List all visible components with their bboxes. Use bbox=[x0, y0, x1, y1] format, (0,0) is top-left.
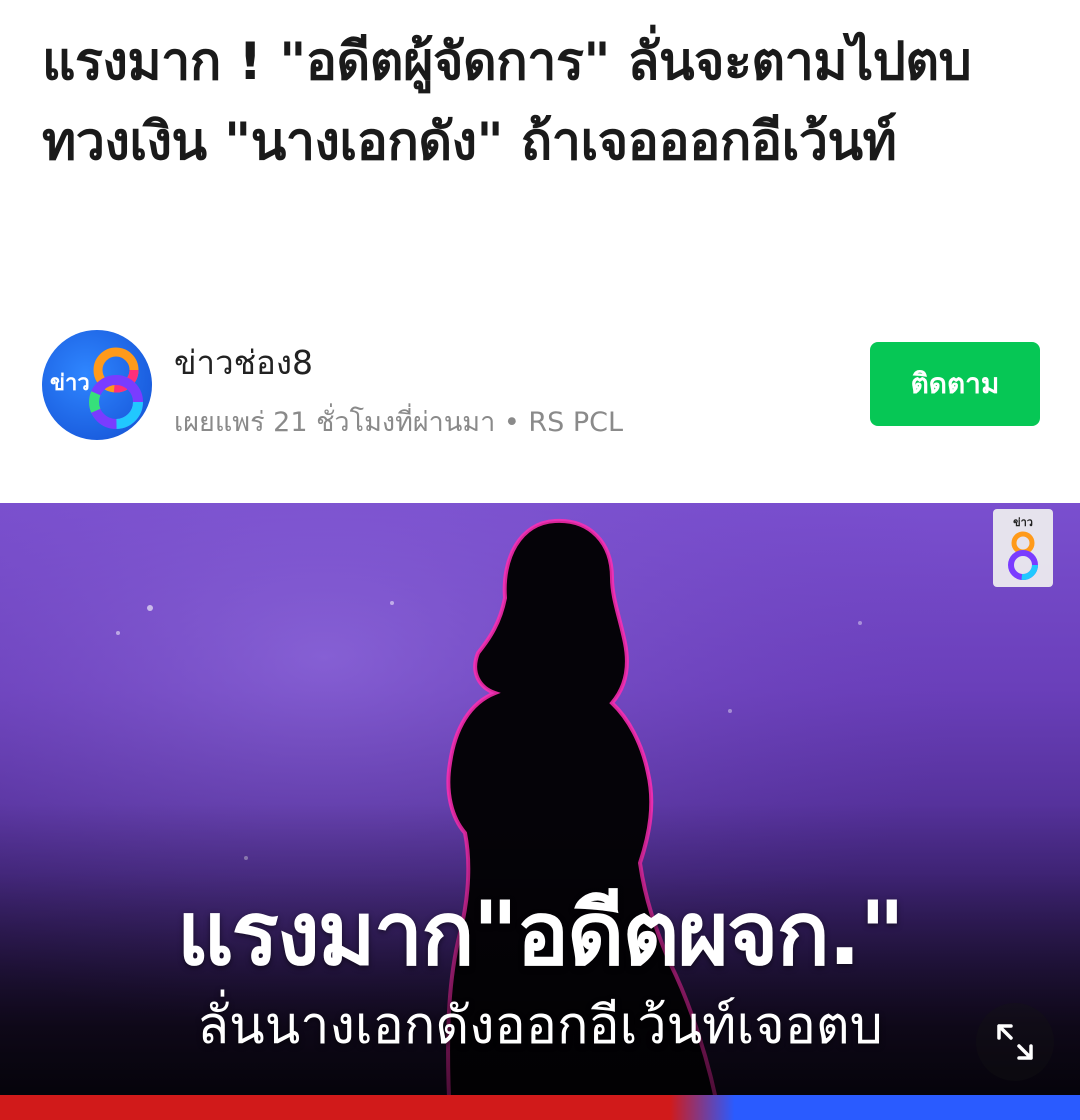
article-header: แรงมาก ! "อดีตผู้จัดการ" ลั่นจะตามไปตบ ท… bbox=[0, 0, 1080, 503]
hero-title: แรงมาก"อดีตผจก." bbox=[176, 882, 905, 985]
expand-button[interactable] bbox=[976, 1003, 1054, 1081]
follow-button[interactable]: ติดตาม bbox=[870, 342, 1040, 426]
avatar-text: ข่าว bbox=[50, 371, 90, 396]
publisher-row: ข่าว ข่าวช่อง8 เผยแพร่ 21 ชั่วโมงที่ผ่าน… bbox=[42, 330, 1040, 442]
bottom-color-stripe bbox=[0, 1095, 1080, 1120]
expand-icon bbox=[997, 1024, 1033, 1060]
channel-8-logo-icon: ข่าว bbox=[50, 347, 143, 429]
hero-image[interactable]: ข่าว แรงมาก"อดีตผจก." ลั่นนางเอกดังออกอี… bbox=[0, 503, 1080, 1120]
publisher-avatar[interactable]: ข่าว bbox=[42, 330, 152, 440]
article-headline: แรงมาก ! "อดีตผู้จัดการ" ลั่นจะตามไปตบ ท… bbox=[42, 32, 972, 172]
channel-8-badge-icon bbox=[1008, 531, 1038, 580]
channel-badge: ข่าว bbox=[993, 509, 1053, 587]
publish-meta: เผยแพร่ 21 ชั่วโมงที่ผ่านมา • RS PCL bbox=[174, 407, 624, 438]
publisher-name[interactable]: ข่าวช่อง8 bbox=[174, 336, 313, 389]
hero-subtitle: ลั่นนางเอกดังออกอีเว้นท์เจอตบ bbox=[197, 996, 883, 1056]
